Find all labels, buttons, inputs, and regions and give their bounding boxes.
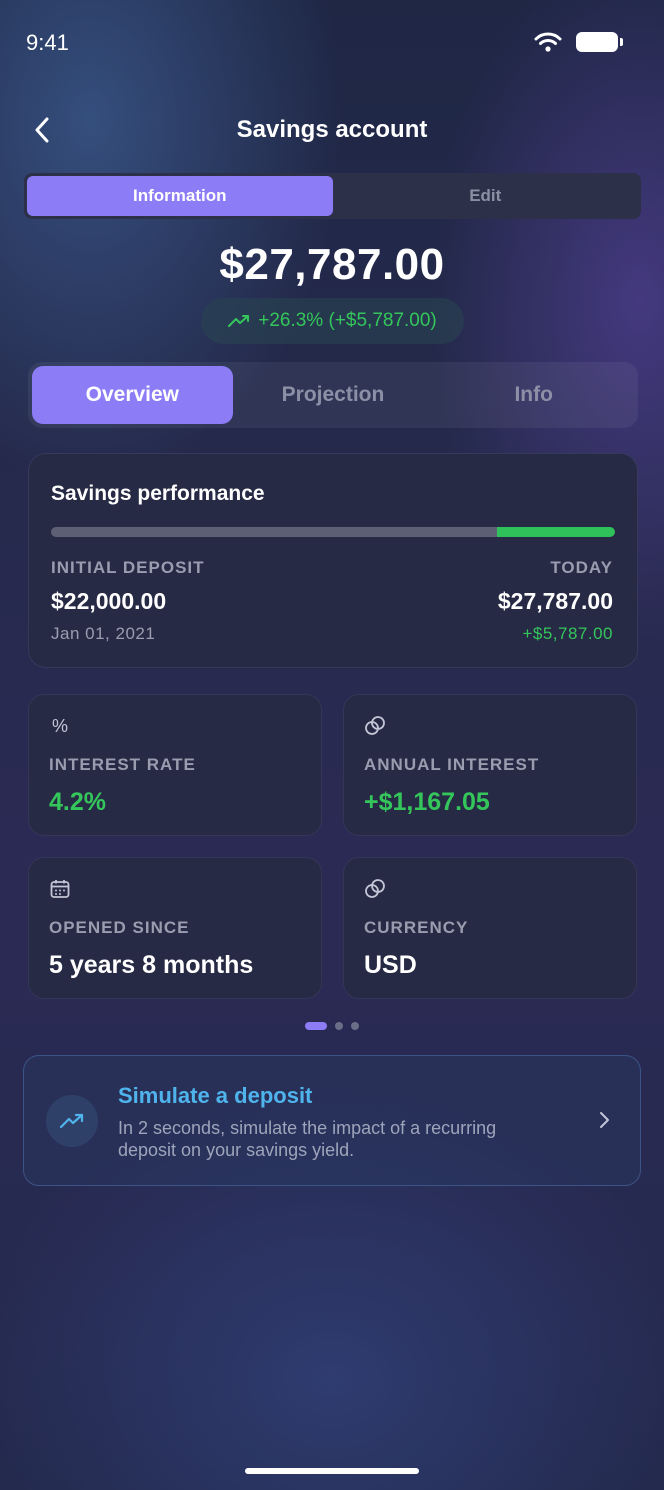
savings-performance-card: Savings performance INITIAL DEPOSIT $22,… bbox=[28, 453, 638, 668]
stat-value: +$1,167.05 bbox=[364, 788, 490, 816]
opened-since-card: OPENED SINCE 5 years 8 months bbox=[28, 857, 322, 999]
trending-up-icon bbox=[228, 315, 250, 327]
tab-projection[interactable]: Projection bbox=[233, 366, 434, 424]
today-value: $27,787.00 bbox=[497, 588, 613, 614]
performance-title: Savings performance bbox=[51, 482, 265, 505]
tab-overview[interactable]: Overview bbox=[32, 366, 233, 424]
simulate-description: In 2 seconds, simulate the impact of a r… bbox=[118, 1118, 497, 1160]
segment-edit[interactable]: Edit bbox=[333, 176, 639, 216]
initial-deposit-date: Jan 01, 2021 bbox=[51, 624, 156, 643]
annual-interest-card: ANNUAL INTEREST +$1,167.05 bbox=[343, 694, 637, 836]
view-tabs: Overview Projection Info bbox=[28, 362, 638, 428]
initial-deposit-label: INITIAL DEPOSIT bbox=[51, 558, 205, 577]
balance-change-badge: +26.3% (+$5,787.00) bbox=[201, 298, 464, 344]
page-dot[interactable] bbox=[335, 1022, 343, 1030]
stat-label: ANNUAL INTEREST bbox=[364, 755, 540, 774]
tab-info[interactable]: Info bbox=[433, 366, 634, 424]
today-gain: +$5,787.00 bbox=[522, 624, 613, 643]
segment-information[interactable]: Information bbox=[27, 176, 333, 216]
simulate-deposit-card[interactable]: Simulate a deposit In 2 seconds, simulat… bbox=[23, 1055, 641, 1186]
calendar-icon bbox=[49, 878, 71, 900]
initial-deposit-value: $22,000.00 bbox=[51, 588, 167, 614]
stat-value: 4.2% bbox=[49, 788, 106, 816]
chevron-right-icon bbox=[592, 1108, 616, 1132]
status-time: 9:41 bbox=[26, 30, 69, 55]
wifi-icon bbox=[534, 32, 562, 52]
performance-gain-fill bbox=[496, 527, 615, 537]
balance-change-text: +26.3% (+$5,787.00) bbox=[258, 310, 437, 331]
interest-rate-card: % INTEREST RATE 4.2% bbox=[28, 694, 322, 836]
coins-icon bbox=[364, 878, 386, 900]
page-dot[interactable] bbox=[351, 1022, 359, 1030]
status-icons bbox=[534, 32, 623, 52]
currency-card: CURRENCY USD bbox=[343, 857, 637, 999]
balance-amount: $27,787.00 bbox=[219, 240, 445, 289]
segmented-control: Information Edit bbox=[24, 173, 641, 219]
trending-up-icon bbox=[46, 1095, 98, 1147]
page-title: Savings account bbox=[236, 116, 428, 143]
stat-value: USD bbox=[364, 951, 417, 979]
page-dot[interactable] bbox=[305, 1022, 327, 1030]
battery-icon bbox=[576, 32, 623, 52]
stat-label: OPENED SINCE bbox=[49, 918, 190, 937]
home-indicator bbox=[245, 1468, 419, 1474]
percent-icon: % bbox=[51, 715, 68, 736]
today-label: TODAY bbox=[550, 558, 613, 577]
performance-progress-bar bbox=[51, 527, 615, 537]
coins-icon bbox=[364, 715, 386, 737]
stat-label: INTEREST RATE bbox=[49, 755, 196, 774]
stat-label: CURRENCY bbox=[364, 918, 469, 937]
simulate-title: Simulate a deposit bbox=[118, 1083, 313, 1108]
stat-value: 5 years 8 months bbox=[49, 951, 254, 979]
pagination-dots bbox=[0, 1022, 664, 1030]
